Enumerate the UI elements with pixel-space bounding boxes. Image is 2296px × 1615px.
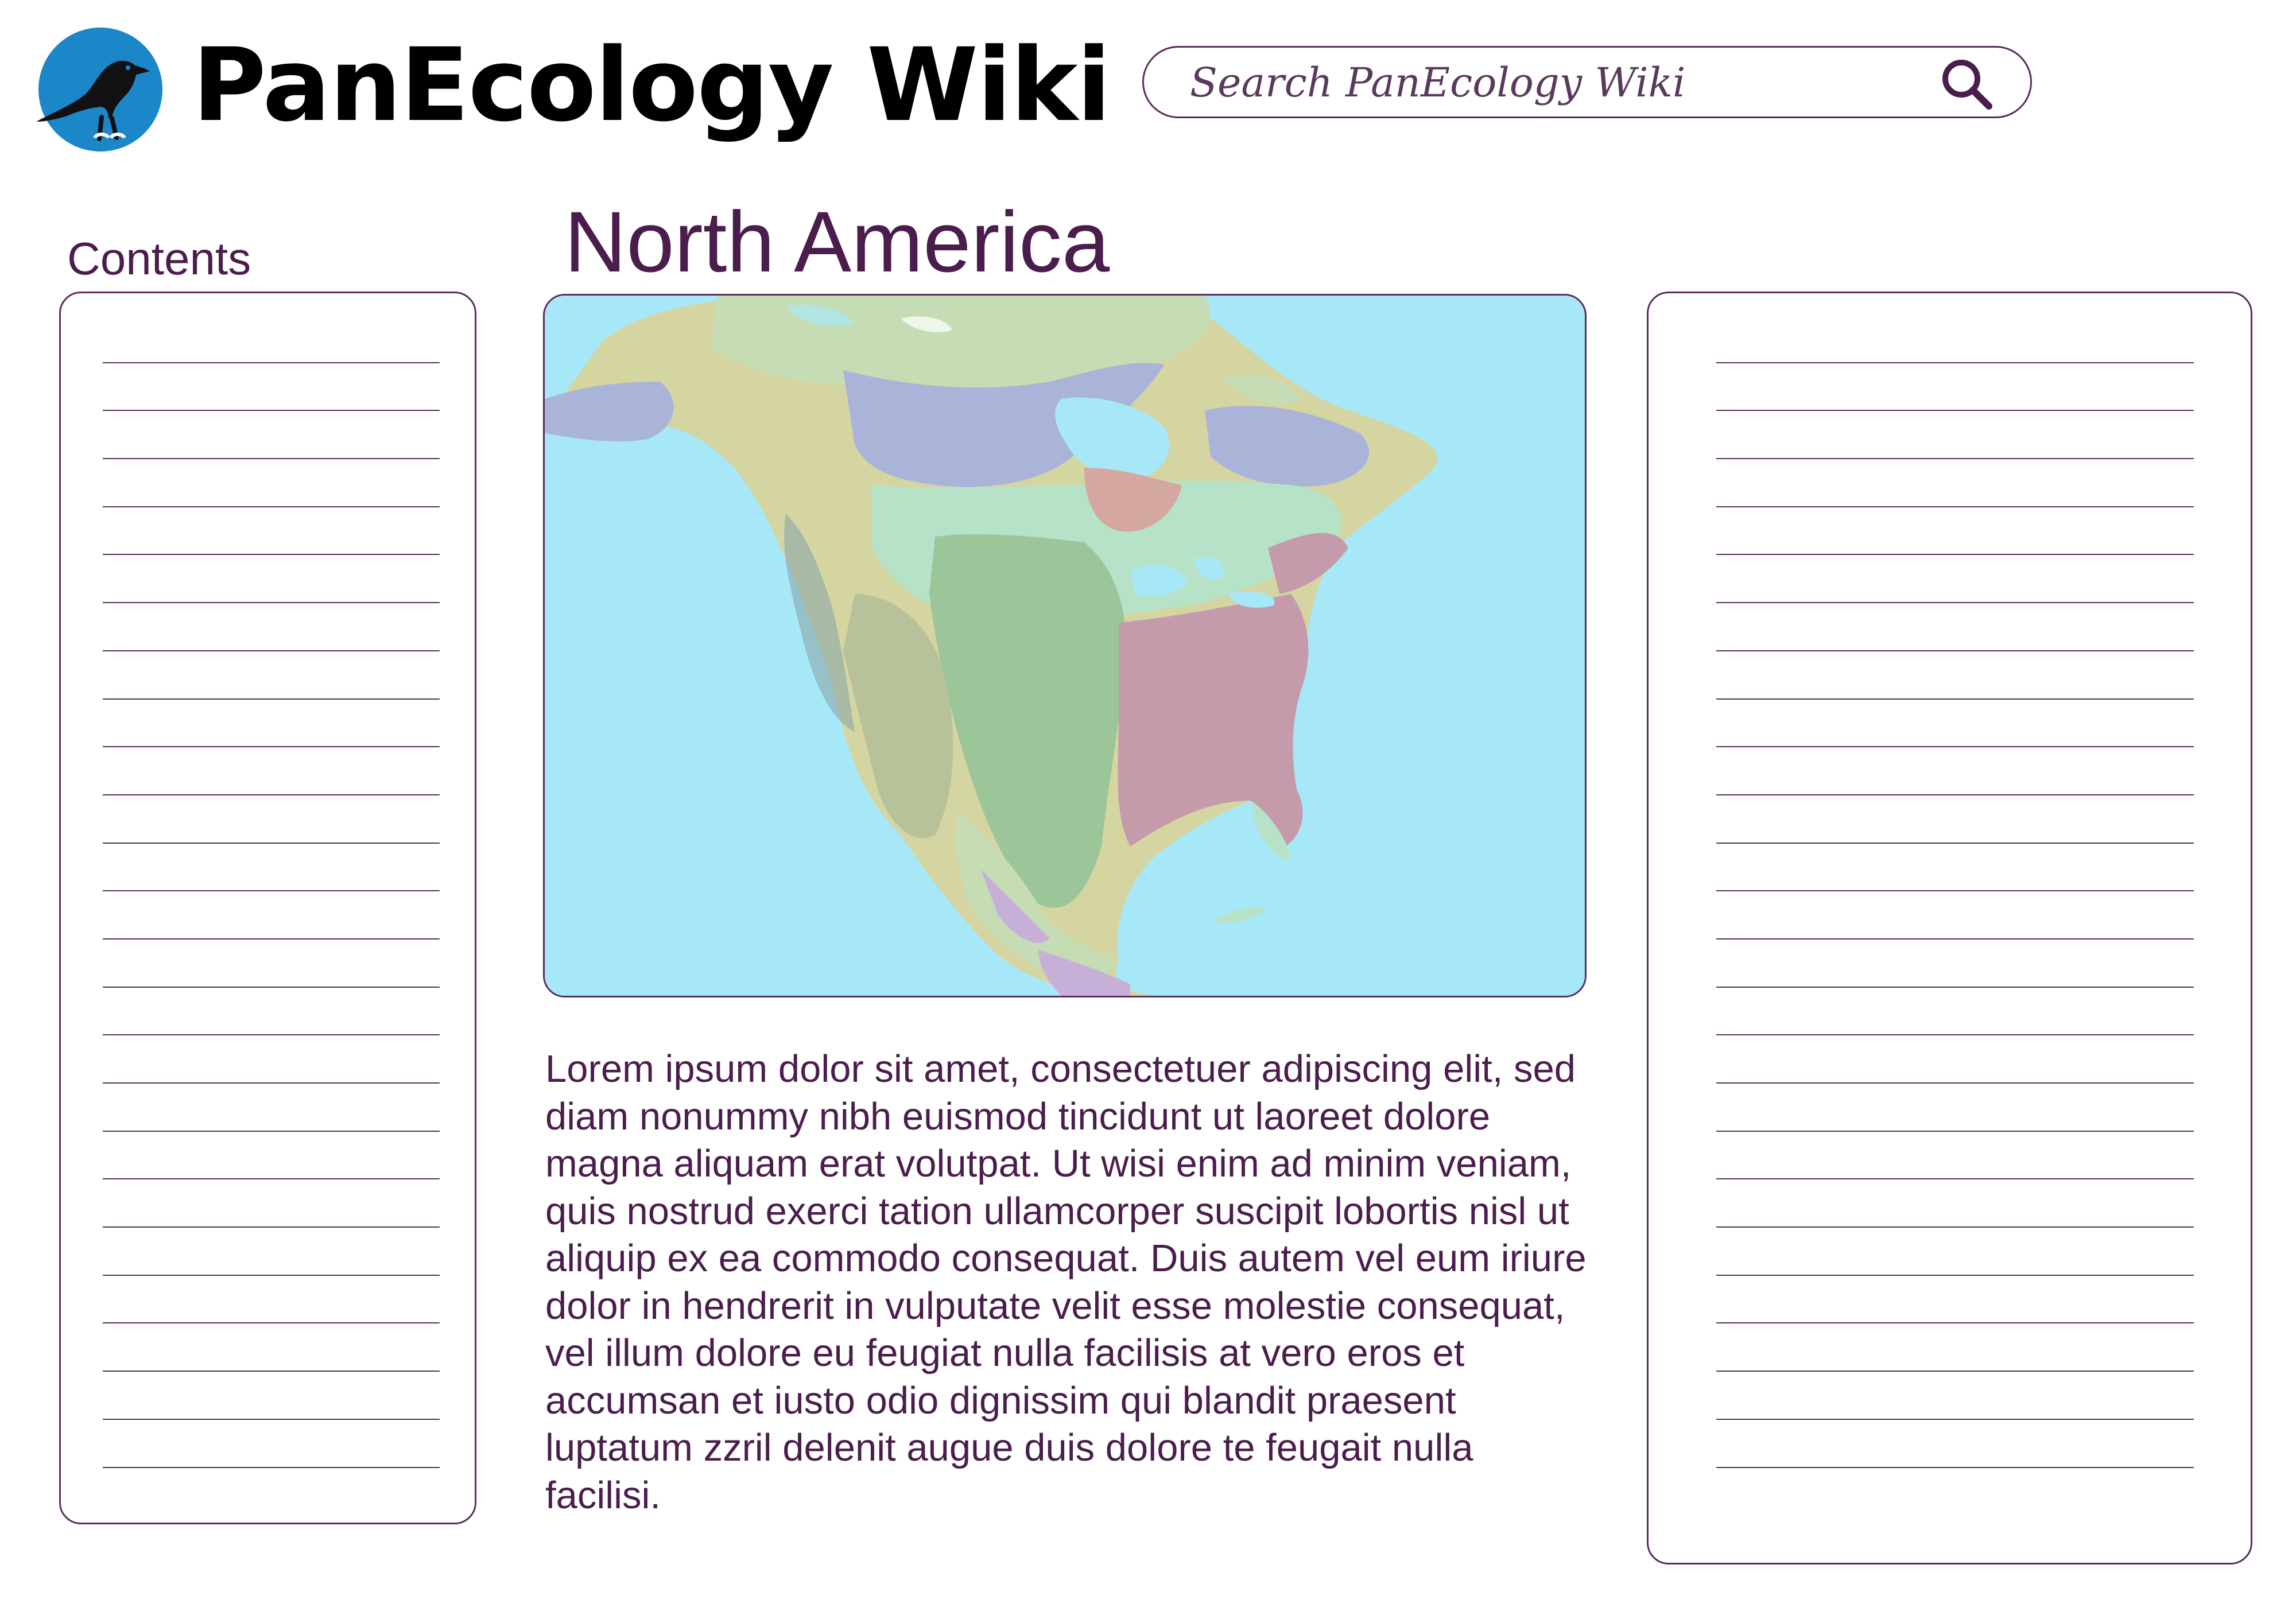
contents-line[interactable] xyxy=(103,459,440,507)
search-icon xyxy=(1942,60,1992,110)
right-panel xyxy=(1647,292,2252,1564)
right-panel-line[interactable] xyxy=(1716,1035,2194,1084)
right-panel-line[interactable] xyxy=(1716,363,2194,411)
search-input[interactable] xyxy=(1190,58,1907,107)
contents-line[interactable] xyxy=(103,315,440,363)
search-bar[interactable] xyxy=(1142,46,2032,118)
site-title[interactable]: PanEcology Wiki xyxy=(192,25,1111,146)
right-panel-line[interactable] xyxy=(1716,1323,2194,1372)
contents-line[interactable] xyxy=(103,747,440,795)
right-panel-line[interactable] xyxy=(1716,507,2194,556)
contents-line[interactable] xyxy=(103,988,440,1036)
right-panel-line[interactable] xyxy=(1716,315,2194,363)
contents-line[interactable] xyxy=(103,555,440,604)
right-panel-line[interactable] xyxy=(1716,1276,2194,1324)
contents-line[interactable] xyxy=(103,1323,440,1372)
right-panel-line[interactable] xyxy=(1716,940,2194,988)
right-panel-list xyxy=(1716,315,2194,1468)
right-panel-line[interactable] xyxy=(1716,1420,2194,1468)
article-body: Lorem ipsum dolor sit amet, consectetuer… xyxy=(545,1047,1587,1517)
right-panel-line[interactable] xyxy=(1716,747,2194,795)
right-panel-line[interactable] xyxy=(1716,555,2194,604)
contents-line[interactable] xyxy=(103,363,440,411)
right-panel-line[interactable] xyxy=(1716,1372,2194,1420)
contents-line[interactable] xyxy=(103,1132,440,1180)
right-panel-line[interactable] xyxy=(1716,1084,2194,1132)
site-logo[interactable] xyxy=(33,25,164,152)
search-button[interactable] xyxy=(1938,56,1996,113)
contents-heading: Contents xyxy=(67,233,251,284)
right-panel-line[interactable] xyxy=(1716,844,2194,892)
right-panel-line[interactable] xyxy=(1716,891,2194,940)
contents-list xyxy=(103,315,440,1468)
right-panel-line[interactable] xyxy=(1716,1132,2194,1180)
contents-line[interactable] xyxy=(103,1276,440,1324)
page-title: North America xyxy=(564,193,1110,290)
right-panel-line[interactable] xyxy=(1716,459,2194,507)
right-panel-line[interactable] xyxy=(1716,603,2194,651)
contents-panel xyxy=(59,292,476,1524)
right-panel-line[interactable] xyxy=(1716,1179,2194,1228)
right-panel-line[interactable] xyxy=(1716,988,2194,1036)
contents-line[interactable] xyxy=(103,891,440,940)
contents-line[interactable] xyxy=(103,651,440,700)
raven-logo-icon xyxy=(36,28,162,152)
right-panel-line[interactable] xyxy=(1716,795,2194,844)
contents-line[interactable] xyxy=(103,700,440,748)
contents-line[interactable] xyxy=(103,411,440,460)
contents-line[interactable] xyxy=(103,940,440,988)
right-panel-line[interactable] xyxy=(1716,411,2194,460)
contents-line[interactable] xyxy=(103,1179,440,1228)
right-panel-line[interactable] xyxy=(1716,700,2194,748)
contents-line[interactable] xyxy=(103,1372,440,1420)
contents-line[interactable] xyxy=(103,844,440,892)
contents-line[interactable] xyxy=(103,507,440,556)
north-america-map[interactable] xyxy=(543,294,1587,997)
contents-line[interactable] xyxy=(103,1084,440,1132)
contents-line[interactable] xyxy=(103,795,440,844)
right-panel-line[interactable] xyxy=(1716,1228,2194,1276)
contents-line[interactable] xyxy=(103,603,440,651)
contents-line[interactable] xyxy=(103,1035,440,1084)
right-panel-line[interactable] xyxy=(1716,651,2194,700)
contents-line[interactable] xyxy=(103,1420,440,1468)
contents-line[interactable] xyxy=(103,1228,440,1276)
ecoregion-map-image xyxy=(545,296,1585,996)
